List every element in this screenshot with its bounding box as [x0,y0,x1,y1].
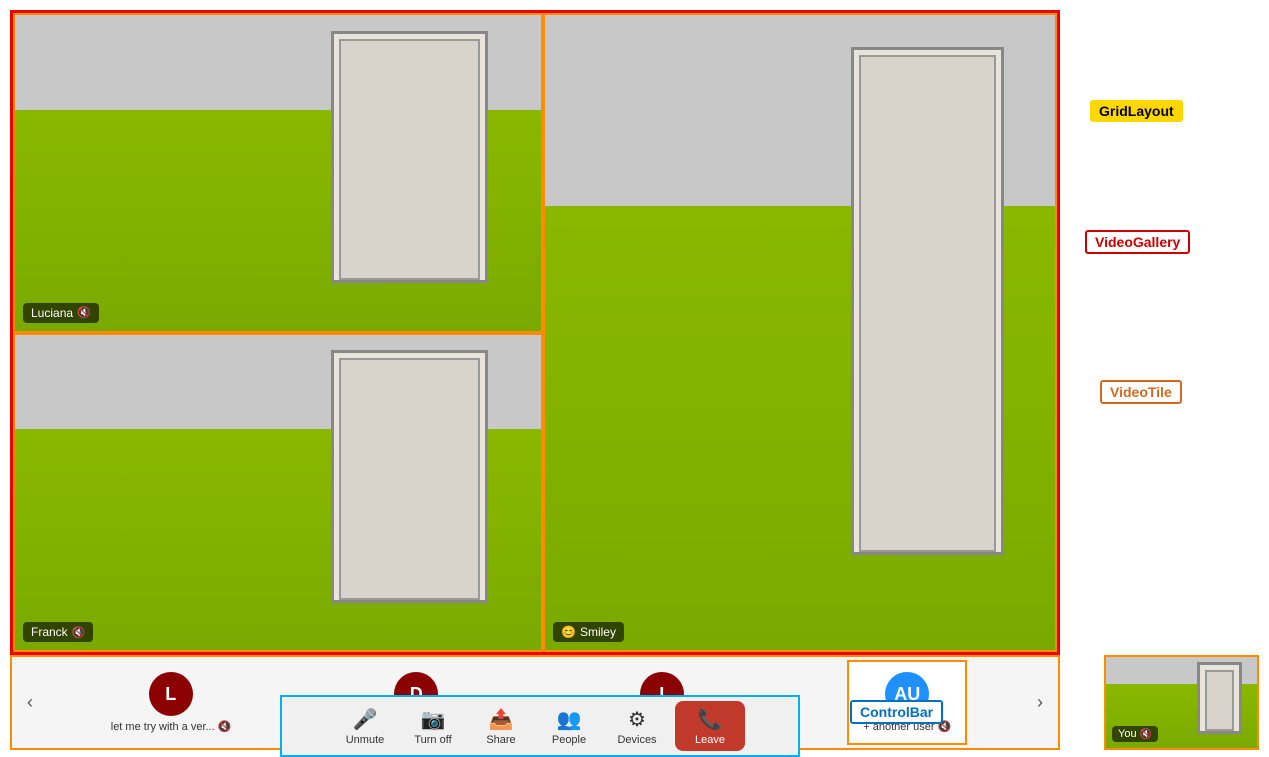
turn-off-button[interactable]: 📷 Turn off [403,701,463,751]
unmute-icon: 🎤 [353,707,378,732]
control-bar: 🎤 Unmute 📷 Turn off 📤 Share 👥 People ⚙ D… [280,695,800,757]
strip-prev-button[interactable]: ‹ [16,689,44,717]
leave-icon: 📞 [698,707,723,732]
strip-next-button[interactable]: › [1026,689,1054,717]
participant-name-smiley: 😊 Smiley [553,622,624,642]
annotation-grid-layout: GridLayout [1090,100,1183,122]
share-button[interactable]: 📤 Share [471,701,531,751]
mute-icon-franck: 🔇 [72,626,86,639]
people-button[interactable]: 👥 People [539,701,599,751]
strip-name-l: let me try with a ver... 🔇 [111,720,231,733]
video-gallery: Luciana 🔇 Franck 🔇 😊 Smiley [10,10,1060,655]
video-tile-you: You 🔇 [1104,655,1259,750]
strip-participant-l[interactable]: L let me try with a ver... 🔇 [103,660,239,745]
participant-name-luciana: Luciana 🔇 [23,303,99,323]
video-tile-franck: Franck 🔇 [13,333,543,653]
mute-icon-you: 🔇 [1140,729,1152,740]
people-icon: 👥 [557,707,582,732]
annotation-video-tile: VideoTile [1100,380,1182,404]
devices-button[interactable]: ⚙ Devices [607,701,667,751]
video-tile-smiley: 😊 Smiley [543,13,1057,652]
unmute-button[interactable]: 🎤 Unmute [335,701,395,751]
participant-name-you: You 🔇 [1112,726,1158,742]
annotation-control-bar: ControlBar [850,700,943,724]
devices-icon: ⚙ [628,707,646,732]
share-icon: 📤 [489,707,514,732]
annotation-video-gallery: VideoGallery [1085,230,1190,254]
participant-name-franck: Franck 🔇 [23,622,93,642]
video-tile-luciana: Luciana 🔇 [13,13,543,333]
mute-icon-l: 🔇 [218,720,231,733]
camera-icon: 📷 [421,707,446,732]
mute-icon-luciana: 🔇 [77,306,91,319]
leave-button[interactable]: 📞 Leave [675,701,745,751]
